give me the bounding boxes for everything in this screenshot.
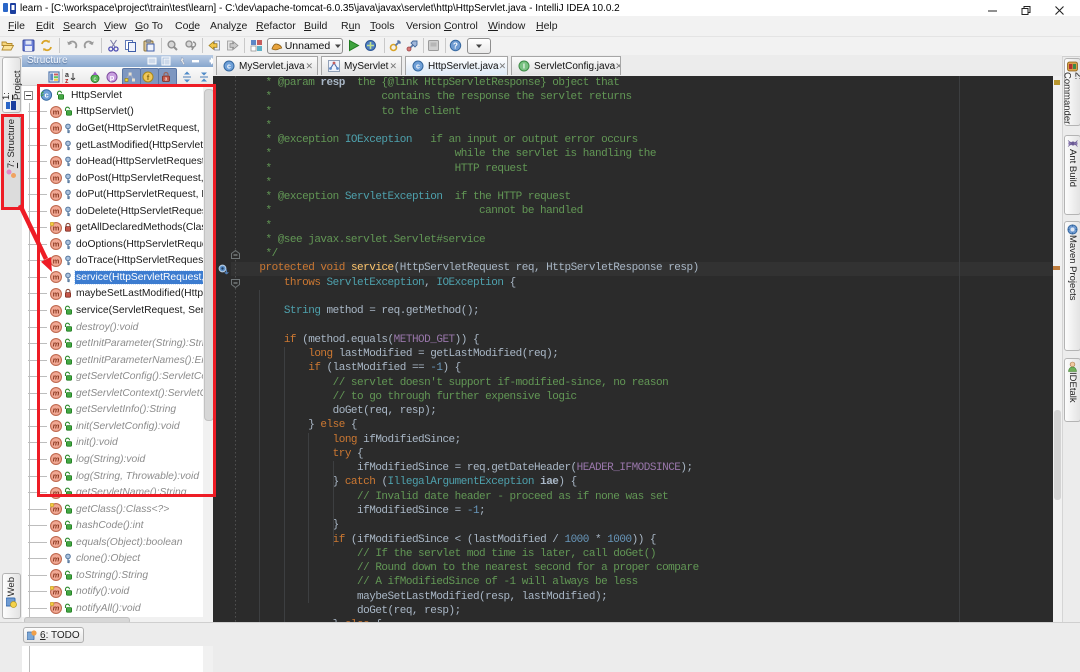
svg-text:?: ? [453,41,458,50]
svg-text:m: m [53,554,60,563]
svg-text:a: a [165,77,168,83]
svg-text:I: I [523,64,525,71]
svg-text:m: m [53,521,60,530]
svg-text:c: c [227,64,231,71]
svg-text:m: m [53,538,60,547]
svg-text:z: z [65,78,69,83]
svg-text:p: p [110,73,115,82]
svg-text:m: m [53,571,60,580]
svg-text:c: c [416,64,420,71]
svg-text:c: c [94,77,97,83]
